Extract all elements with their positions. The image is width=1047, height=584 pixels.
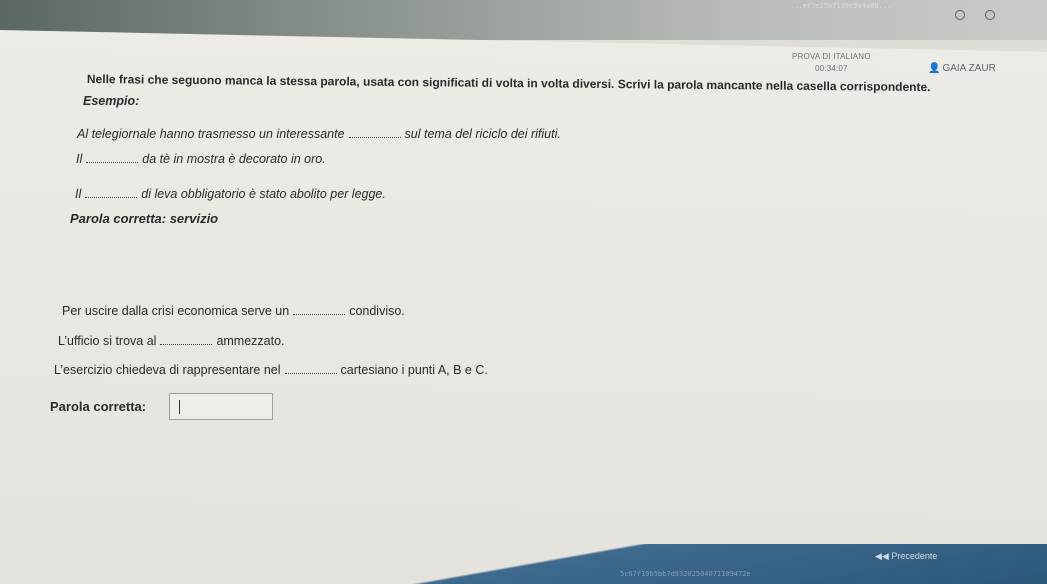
search-icon[interactable] <box>955 10 965 20</box>
exercise-line-3: L’esercizio chiedeva di rappresentare ne… <box>54 363 488 377</box>
example-line-1: Al telegiornale hanno trasmesso un inter… <box>77 127 561 141</box>
settings-icon[interactable] <box>985 10 995 20</box>
blank <box>85 195 138 198</box>
blank <box>293 312 346 315</box>
blank <box>348 135 401 138</box>
exercise-line-2: L’ufficio si trova al ammezzato. <box>58 334 285 348</box>
example-line-2: Il da tè in mostra è decorato in oro. <box>76 152 326 166</box>
session-id: 5c67f1965bb7d93202504071109472e <box>620 570 751 578</box>
browser-url[interactable]: ...ef7e25b7139c9a4a8b... <box>790 2 891 10</box>
previous-button[interactable]: ◀◀ Precedente <box>875 551 937 562</box>
user-info: 👤 GAIA ZAUR <box>928 63 996 74</box>
example-line-3: Il di leva obbligatorio è stato abolito p… <box>75 187 386 201</box>
example-answer: Parola corretta: servizio <box>70 211 219 226</box>
text-caret <box>179 400 180 414</box>
answer-input[interactable] <box>169 393 273 420</box>
test-header: PROVA DI ITALIANO 00:34:07 <box>792 52 871 73</box>
blank <box>284 371 337 374</box>
footer-bar: ◀◀ Precedente 5c67f1965bb7d9320250407110… <box>0 544 1047 584</box>
user-name: GAIA ZAUR <box>942 63 996 74</box>
blank <box>86 160 139 163</box>
user-icon: 👤 <box>928 63 941 74</box>
timer: 00:34:07 <box>814 64 848 73</box>
exercise-line-1: Per uscire dalla crisi economica serve u… <box>62 304 405 318</box>
example-label: Esempio: <box>83 94 140 108</box>
blank <box>160 342 213 345</box>
answer-label: Parola corretta: <box>50 399 147 414</box>
test-name: PROVA DI ITALIANO <box>792 52 871 61</box>
